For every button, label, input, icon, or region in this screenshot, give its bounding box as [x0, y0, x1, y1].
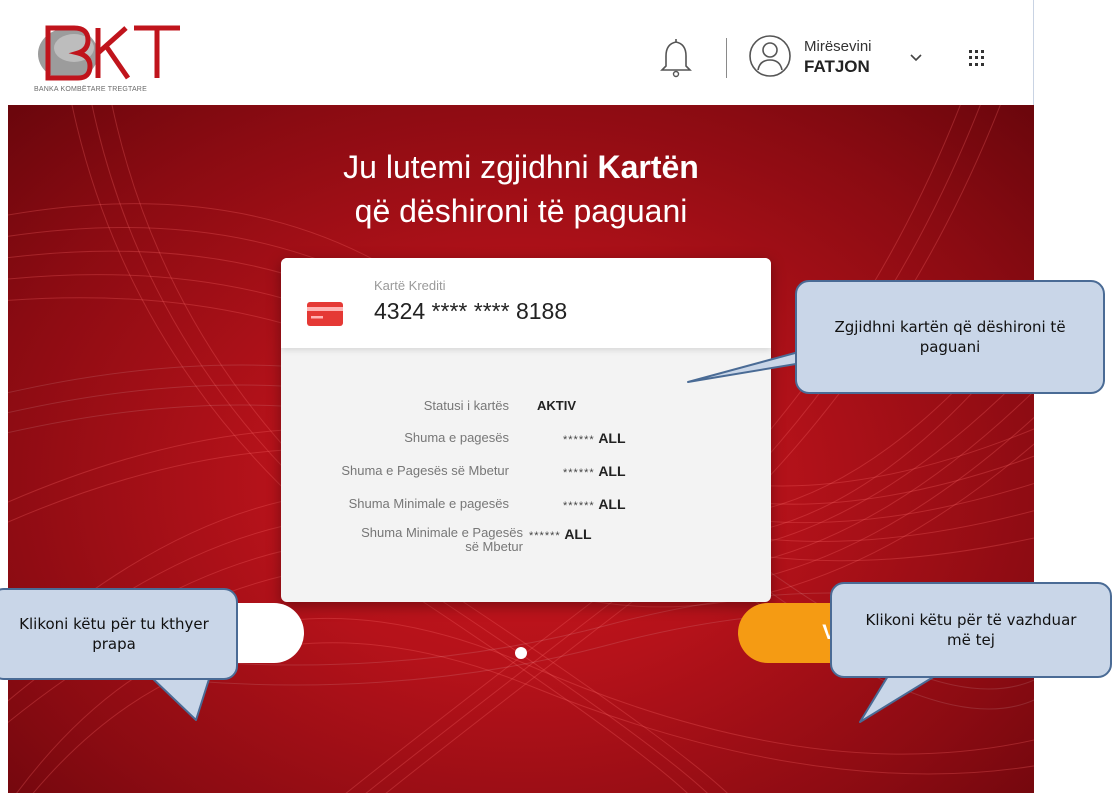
- minimum-amount-label: Shuma Minimale e pagesës: [348, 496, 509, 511]
- header-divider: [726, 38, 727, 78]
- notification-bell-icon[interactable]: [658, 38, 694, 78]
- bkt-logo[interactable]: BANKA KOMBËTARE TREGTARE: [34, 20, 184, 93]
- user-avatar-icon[interactable]: [748, 34, 792, 78]
- remaining-amount-label: Shuma e Pagesës së Mbetur: [341, 463, 509, 478]
- payment-amount-label: Shuma e pagesës: [404, 430, 509, 445]
- credit-card-icon: [307, 302, 343, 326]
- app-window: BANKA KOMBËTARE TREGTARE Mirësevini FATJ…: [0, 0, 1112, 793]
- card-header[interactable]: Kartë Krediti 4324 **** **** 8188: [281, 258, 771, 348]
- status-value: AKTIV: [537, 398, 576, 413]
- welcome-label: Mirësevini: [804, 38, 872, 55]
- remaining-amount-value: ****** ALL: [563, 463, 626, 479]
- remaining-minimum-value: ****** ALL: [529, 526, 592, 542]
- apps-grid-icon[interactable]: [969, 50, 985, 66]
- bkt-logo-mark: [38, 25, 180, 81]
- status-label: Statusi i kartës: [423, 398, 509, 413]
- card-type-label: Kartë Krediti: [374, 278, 446, 293]
- chevron-down-icon[interactable]: [908, 52, 924, 64]
- main-content: Ju lutemi zgjidhni Kartën që dëshironi t…: [8, 105, 1034, 793]
- top-header: BANKA KOMBËTARE TREGTARE Mirësevini FATJ…: [8, 0, 1034, 105]
- page-headline-line2: që dëshironi të paguani: [354, 193, 688, 229]
- username-label: FATJON: [804, 57, 870, 76]
- minimum-amount-value: ****** ALL: [563, 496, 626, 512]
- card-selection-panel[interactable]: Kartë Krediti 4324 **** **** 8188 Status…: [281, 258, 771, 602]
- logo-caption: BANKA KOMBËTARE TREGTARE: [34, 86, 147, 93]
- callout-back: Klikoni këtu për tu kthyer prapa: [0, 588, 238, 680]
- remaining-minimum-label: Shuma Minimale e Pagesës së Mbetur: [361, 525, 523, 554]
- payment-amount-value: ****** ALL: [563, 430, 626, 446]
- pager-dot[interactable]: [515, 647, 527, 659]
- callout-continue: Klikoni këtu për të vazhduar më tej: [830, 582, 1112, 678]
- callout-select-card: Zgjidhni kartën që dëshironi të paguani: [795, 280, 1105, 394]
- card-number: 4324 **** **** 8188: [374, 298, 568, 324]
- page-headline-line1: Ju lutemi zgjidhni Kartën: [343, 149, 699, 185]
